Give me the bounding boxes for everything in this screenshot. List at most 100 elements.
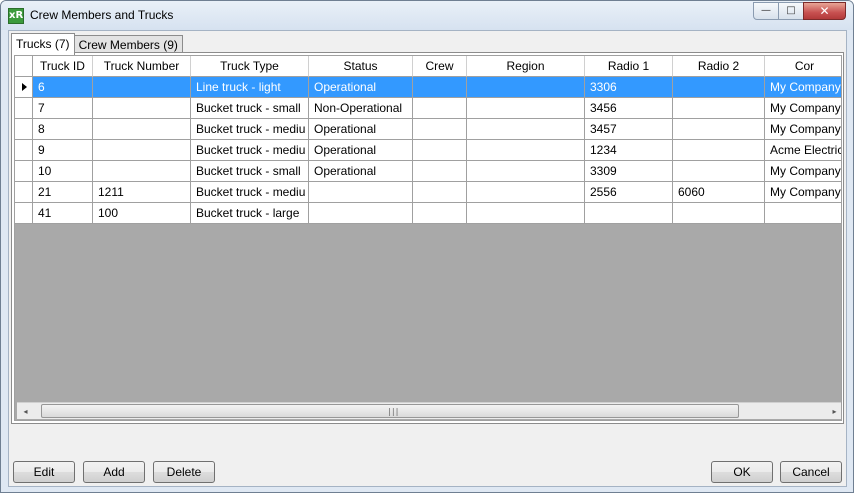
table-cell[interactable] xyxy=(467,140,585,161)
table-cell[interactable]: Non-Operational xyxy=(309,98,413,119)
trucks-grid[interactable]: Truck ID Truck Number Truck Type Status Crew… xyxy=(14,55,842,421)
table-cell[interactable] xyxy=(467,161,585,182)
table-cell[interactable] xyxy=(93,140,191,161)
table-cell[interactable]: Bucket truck - small xyxy=(191,98,309,119)
table-cell[interactable]: 3306 xyxy=(585,77,673,98)
row-header[interactable] xyxy=(15,98,33,119)
table-cell[interactable] xyxy=(413,98,467,119)
scroll-right-arrow-icon[interactable]: ▸ xyxy=(826,403,841,420)
table-row[interactable]: 21 1211 Bucket truck - mediu 2556 6060 My Com… xyxy=(15,182,841,203)
table-cell[interactable]: Line truck - light xyxy=(191,77,309,98)
table-cell[interactable]: Bucket truck - mediu xyxy=(191,182,309,203)
row-header[interactable] xyxy=(15,182,33,203)
table-cell[interactable] xyxy=(673,161,765,182)
table-cell[interactable]: Operational xyxy=(309,119,413,140)
table-cell[interactable]: My Company xyxy=(765,77,841,98)
table-cell[interactable]: 100 xyxy=(93,203,191,224)
table-cell[interactable] xyxy=(93,161,191,182)
minimize-button[interactable]: — xyxy=(753,2,779,20)
table-cell[interactable]: My Company xyxy=(765,182,841,203)
table-cell[interactable]: Acme Electric xyxy=(765,140,841,161)
table-cell[interactable]: 1211 xyxy=(93,182,191,203)
horizontal-scrollbar[interactable]: ◂ ||| ▸ xyxy=(17,402,841,420)
table-cell[interactable]: My Company xyxy=(765,119,841,140)
table-cell[interactable]: 8 xyxy=(33,119,93,140)
column-header[interactable]: Crew xyxy=(413,56,467,77)
column-header[interactable]: Region xyxy=(467,56,585,77)
table-cell[interactable] xyxy=(413,140,467,161)
table-cell[interactable] xyxy=(467,119,585,140)
close-button[interactable]: ✕ xyxy=(803,2,846,20)
table-cell[interactable]: 6 xyxy=(33,77,93,98)
table-cell[interactable] xyxy=(467,203,585,224)
row-header[interactable] xyxy=(15,140,33,161)
table-cell[interactable] xyxy=(585,203,673,224)
table-cell[interactable]: Operational xyxy=(309,77,413,98)
table-cell[interactable] xyxy=(765,203,841,224)
table-cell[interactable] xyxy=(413,203,467,224)
table-row[interactable]: 9 Bucket truck - mediu Operational 1234 Acme… xyxy=(15,140,841,161)
table-cell[interactable]: 41 xyxy=(33,203,93,224)
table-row[interactable]: 41 100 Bucket truck - large xyxy=(15,203,841,224)
table-cell[interactable] xyxy=(673,140,765,161)
table-cell[interactable] xyxy=(467,98,585,119)
title-bar[interactable]: xR Crew Members and Trucks — □ ✕ xyxy=(1,1,853,30)
table-cell[interactable]: 6060 xyxy=(673,182,765,203)
table-cell[interactable] xyxy=(413,119,467,140)
table-cell[interactable] xyxy=(673,119,765,140)
table-cell[interactable]: Bucket truck - mediu xyxy=(191,119,309,140)
edit-button[interactable]: Edit xyxy=(13,461,75,483)
table-row[interactable]: 8 Bucket truck - mediu Operational 3457 My C… xyxy=(15,119,841,140)
row-header[interactable] xyxy=(15,203,33,224)
add-button[interactable]: Add xyxy=(83,461,145,483)
column-header[interactable]: Truck Type xyxy=(191,56,309,77)
table-cell[interactable]: Operational xyxy=(309,140,413,161)
table-cell[interactable] xyxy=(413,77,467,98)
column-header[interactable]: Truck Number xyxy=(93,56,191,77)
ok-button[interactable]: OK xyxy=(711,461,773,483)
table-cell[interactable] xyxy=(93,77,191,98)
column-header[interactable]: Radio 2 xyxy=(673,56,765,77)
table-cell[interactable] xyxy=(309,203,413,224)
table-cell[interactable]: Bucket truck - small xyxy=(191,161,309,182)
column-header[interactable]: Cor xyxy=(765,56,841,77)
column-header[interactable]: Status xyxy=(309,56,413,77)
table-cell[interactable] xyxy=(413,161,467,182)
table-cell[interactable]: 10 xyxy=(33,161,93,182)
table-cell[interactable] xyxy=(413,182,467,203)
table-cell[interactable] xyxy=(93,119,191,140)
row-header[interactable] xyxy=(15,77,33,98)
cancel-button[interactable]: Cancel xyxy=(780,461,842,483)
table-cell[interactable]: 2556 xyxy=(585,182,673,203)
table-row[interactable]: 7 Bucket truck - small Non-Operational 3456… xyxy=(15,98,841,119)
row-header[interactable] xyxy=(15,119,33,140)
table-row[interactable]: 6 Line truck - light Operational 3306 My Com… xyxy=(15,77,841,98)
column-header[interactable]: Radio 1 xyxy=(585,56,673,77)
table-cell[interactable] xyxy=(467,77,585,98)
grid-corner-header[interactable] xyxy=(15,56,33,77)
table-cell[interactable] xyxy=(309,182,413,203)
table-cell[interactable]: My Company xyxy=(765,98,841,119)
table-cell[interactable]: 21 xyxy=(33,182,93,203)
table-cell[interactable]: My Company xyxy=(765,161,841,182)
scrollbar-thumb[interactable]: ||| xyxy=(41,404,739,418)
table-cell[interactable]: 3456 xyxy=(585,98,673,119)
table-cell[interactable] xyxy=(673,98,765,119)
table-cell[interactable] xyxy=(93,98,191,119)
table-cell[interactable]: 3457 xyxy=(585,119,673,140)
table-cell[interactable]: Bucket truck - large xyxy=(191,203,309,224)
delete-button[interactable]: Delete xyxy=(153,461,215,483)
table-cell[interactable]: Operational xyxy=(309,161,413,182)
table-cell[interactable] xyxy=(673,77,765,98)
table-cell[interactable] xyxy=(467,182,585,203)
table-cell[interactable] xyxy=(673,203,765,224)
table-cell[interactable]: 3309 xyxy=(585,161,673,182)
column-header[interactable]: Truck ID xyxy=(33,56,93,77)
table-cell[interactable]: 9 xyxy=(33,140,93,161)
tab-trucks[interactable]: Trucks (7) xyxy=(11,33,75,55)
scroll-left-arrow-icon[interactable]: ◂ xyxy=(17,403,34,420)
table-cell[interactable]: Bucket truck - mediu xyxy=(191,140,309,161)
table-cell[interactable]: 1234 xyxy=(585,140,673,161)
maximize-button[interactable]: □ xyxy=(778,2,804,20)
table-cell[interactable]: 7 xyxy=(33,98,93,119)
